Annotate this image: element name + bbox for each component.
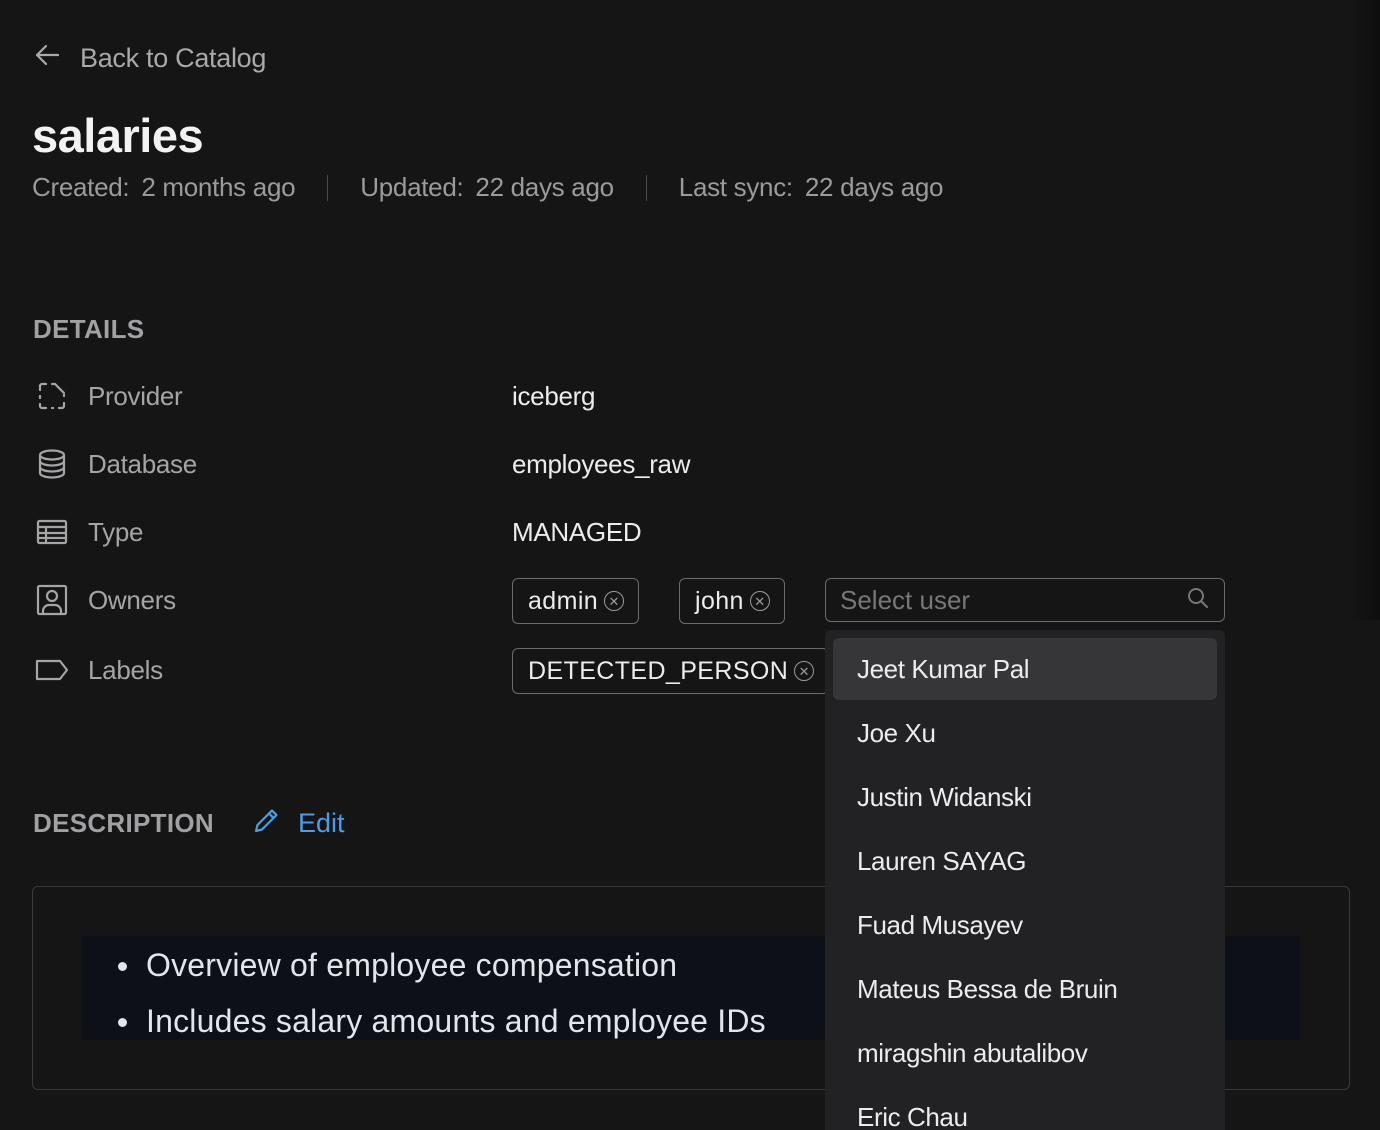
user-option[interactable]: Eric Chau [833,1086,1217,1130]
user-option[interactable]: Fuad Musayev [833,894,1217,956]
description-heading: DESCRIPTION [33,808,214,838]
select-user-input[interactable] [825,578,1225,622]
tag-icon [34,652,70,688]
updated-info: Updated: 22 days ago [360,172,614,203]
updated-label: Updated: [360,172,464,202]
owner-tag-label: admin [528,586,599,615]
divider [327,174,329,201]
page-title: salaries [32,109,204,162]
labels-row: Labels [34,646,163,694]
user-dropdown: Jeet Kumar Pal Joe Xu Justin Widanski La… [825,630,1225,1130]
owners-row: Owners [34,576,176,624]
labels-label: Labels [88,654,163,685]
label-tag: DETECTED_PERSON ✕ [512,648,830,694]
table-icon [34,514,70,550]
provider-value: iceberg [512,381,596,411]
divider [645,174,647,201]
details-heading: DETAILS [33,314,145,344]
provider-row: Provider [34,372,183,420]
created-value: 2 months ago [141,172,296,202]
created-label: Created: [32,172,130,202]
owners-label: Owners [88,584,176,615]
label-tag-label: DETECTED_PERSON [528,656,789,685]
last-sync-info: Last sync: 22 days ago [678,172,944,203]
provider-icon [34,378,70,414]
timestamps-bar: Created: 2 months ago Updated: 22 days a… [32,172,944,203]
search-icon [1186,586,1210,615]
database-row: Database [34,440,197,488]
owner-tag-label: john [695,586,744,615]
user-option[interactable]: Justin Widanski [833,766,1217,828]
user-option[interactable]: Jeet Kumar Pal [833,638,1217,700]
remove-owner-icon[interactable]: ✕ [604,591,625,611]
remove-owner-icon[interactable]: ✕ [749,591,770,611]
back-to-catalog-link[interactable]: Back to Catalog [32,40,266,77]
owner-tag: john ✕ [679,578,785,624]
table-detail-page: Back to Catalog salaries Created: 2 mont… [0,0,1380,1130]
user-option[interactable]: Mateus Bessa de Bruin [833,958,1217,1020]
arrow-left-icon [32,40,62,77]
user-option[interactable]: Lauren SAYAG [833,830,1217,892]
panel-shadow [1350,0,1380,620]
type-label: Type [88,516,144,547]
type-value: MANAGED [512,517,642,547]
user-option[interactable]: Joe Xu [833,702,1217,764]
select-user-field[interactable] [840,584,1186,616]
last-sync-value: 22 days ago [804,172,944,202]
created-info: Created: 2 months ago [32,172,296,203]
owner-tag: admin ✕ [512,578,640,624]
updated-value: 22 days ago [475,172,614,202]
last-sync-label: Last sync: [678,172,793,202]
edit-description-button[interactable]: Edit [252,805,345,842]
edit-label: Edit [298,808,345,838]
provider-label: Provider [88,380,183,411]
database-icon [34,446,70,482]
back-to-catalog-label: Back to Catalog [80,43,267,73]
user-square-icon [34,582,70,618]
user-option[interactable]: miragshin abutalibov [833,1022,1217,1084]
database-label: Database [88,448,197,479]
database-value: employees_raw [512,449,691,479]
type-row: Type [34,508,143,556]
pencil-icon [252,805,282,842]
remove-label-icon[interactable]: ✕ [794,661,815,681]
